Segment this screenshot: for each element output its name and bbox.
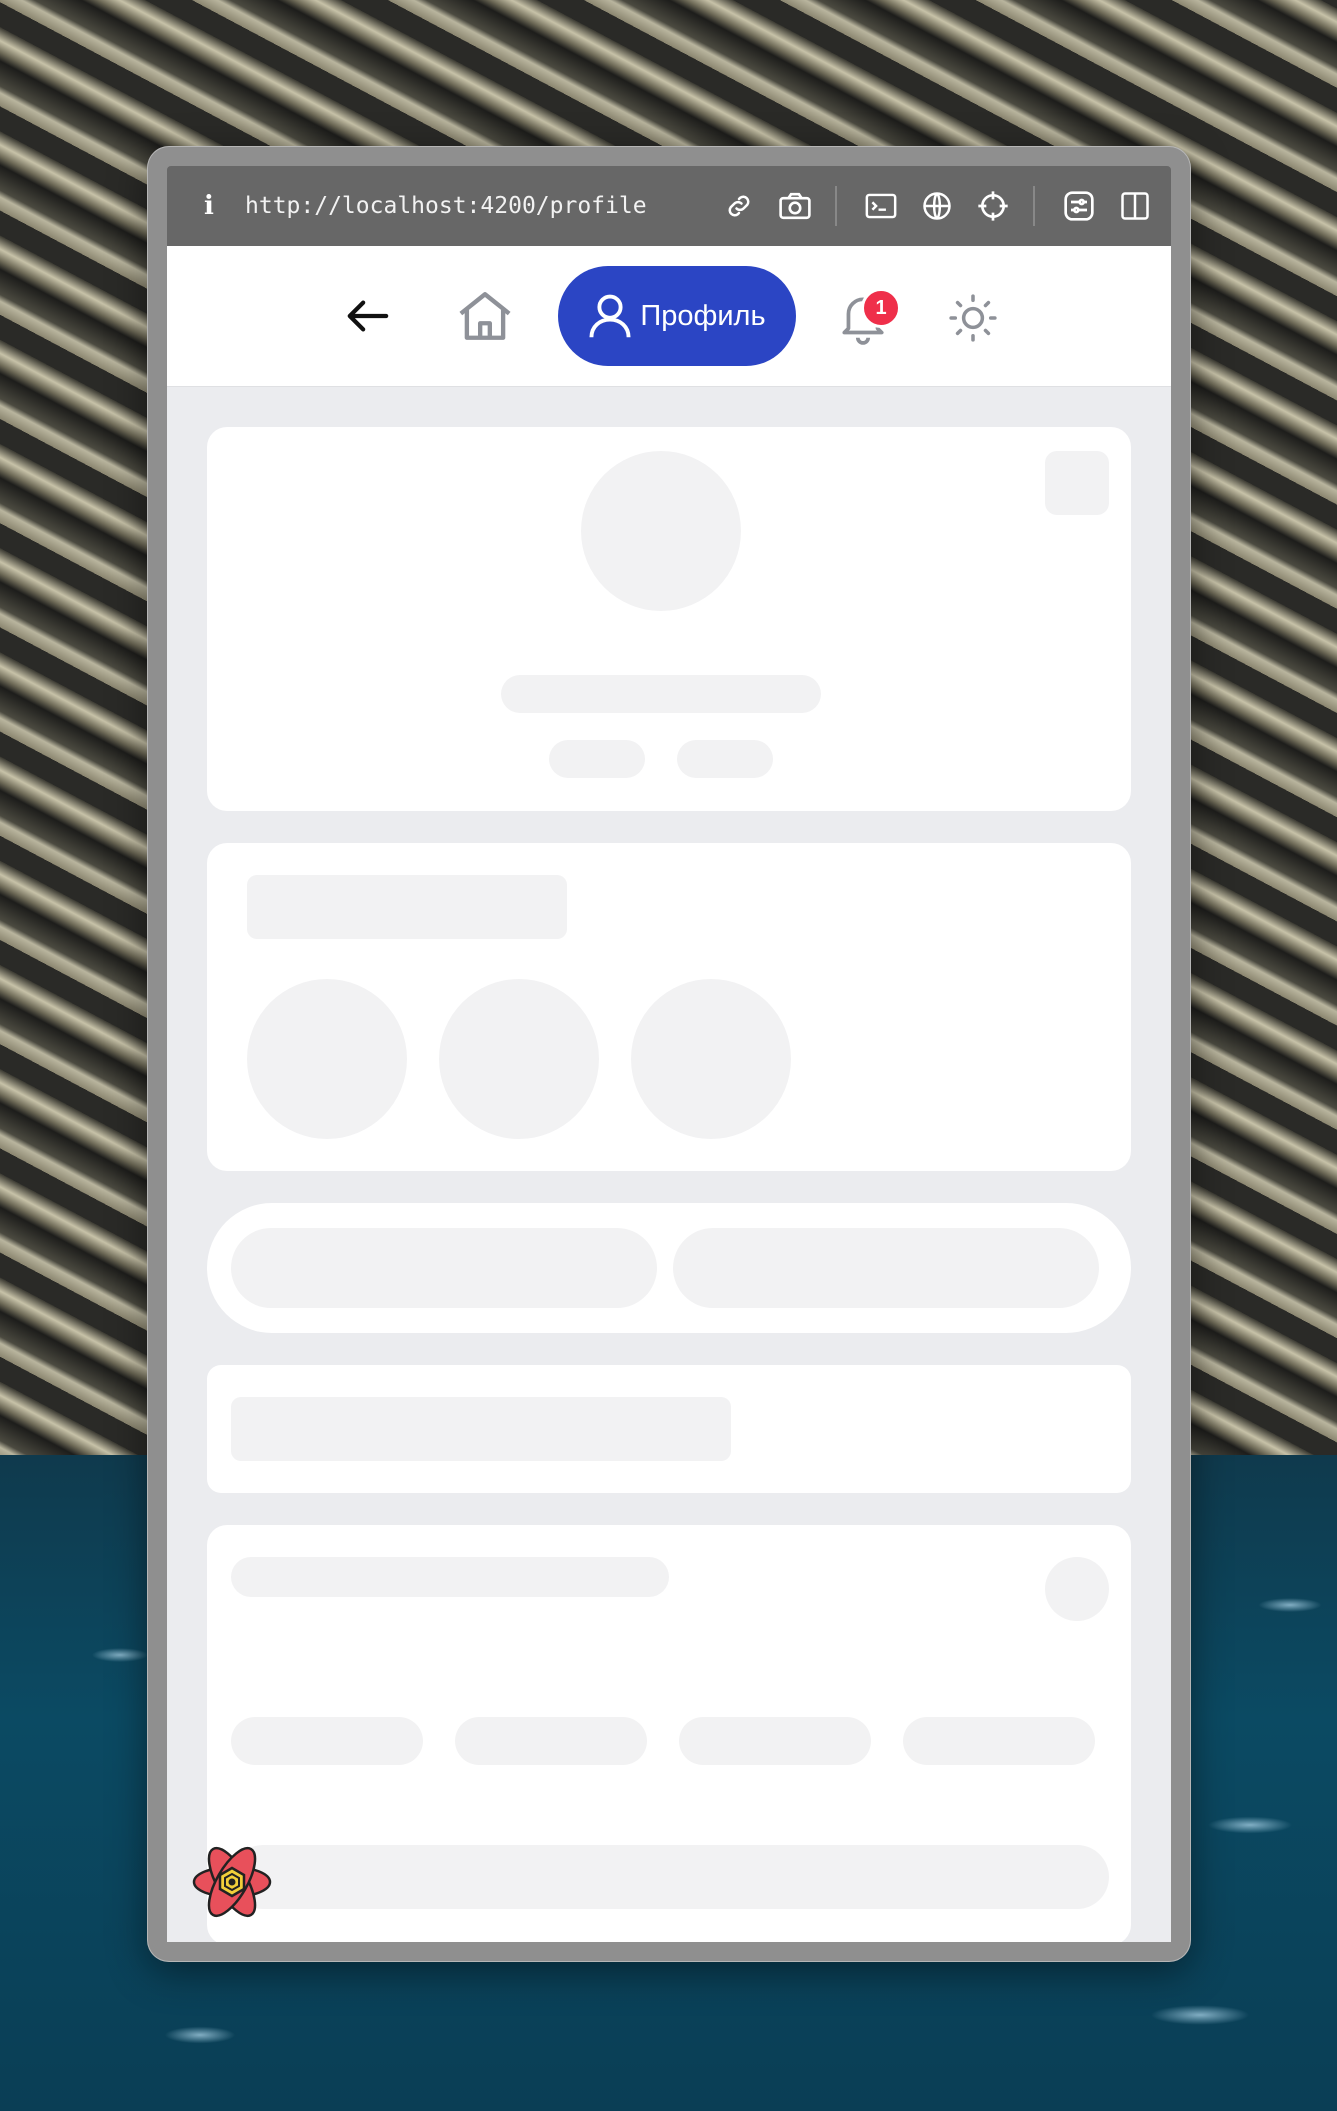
details-title-skeleton [231, 1557, 669, 1597]
tag-skeleton-1 [549, 740, 645, 778]
action-button-skeleton [1045, 451, 1109, 515]
page-viewport: Профиль 1 [167, 246, 1171, 1942]
friend-avatar-skeleton-1 [247, 979, 407, 1139]
top-navigation: Профиль 1 [167, 246, 1171, 387]
profile-tab[interactable]: Профиль [558, 266, 796, 366]
chip-skeleton-4 [903, 1717, 1095, 1765]
friends-card-skeleton [207, 843, 1131, 1171]
browser-window: i http://localhost:4200/profile Профиль … [147, 146, 1191, 1962]
theme-sun-icon[interactable] [943, 288, 1003, 348]
info-line-skeleton [231, 1397, 731, 1461]
info-card-skeleton [207, 1365, 1131, 1493]
globe-icon[interactable] [915, 184, 959, 228]
tabs-card-skeleton [207, 1203, 1131, 1333]
notification-badge: 1 [861, 288, 901, 328]
avatar-skeleton [581, 451, 741, 611]
home-icon[interactable] [449, 282, 521, 350]
name-skeleton [501, 675, 821, 713]
user-icon [589, 294, 631, 338]
chip-skeleton-2 [455, 1717, 647, 1765]
browser-toolbar: i http://localhost:4200/profile [167, 166, 1171, 246]
friend-avatar-skeleton-3 [631, 979, 791, 1139]
profile-header-card-skeleton [207, 427, 1131, 811]
details-card-skeleton [207, 1525, 1131, 1942]
terminal-icon[interactable] [859, 184, 903, 228]
tab-skeleton-1 [231, 1228, 657, 1308]
toolbar-divider-2 [1033, 186, 1035, 226]
friend-avatar-skeleton-2 [439, 979, 599, 1139]
toolbar-divider [835, 186, 837, 226]
split-view-icon[interactable] [1113, 184, 1157, 228]
settings-sliders-icon[interactable] [1057, 184, 1101, 228]
url-bar[interactable]: http://localhost:4200/profile [245, 193, 705, 219]
profile-tab-label: Профиль [640, 299, 766, 332]
react-devtools-icon[interactable] [190, 1840, 274, 1924]
info-icon[interactable]: i [197, 191, 221, 221]
section-title-skeleton [247, 875, 567, 939]
crosshair-icon[interactable] [971, 184, 1015, 228]
tag-skeleton-2 [677, 740, 773, 778]
details-icon-skeleton [1045, 1557, 1109, 1621]
chip-skeleton-1 [231, 1717, 423, 1765]
link-icon[interactable] [717, 184, 761, 228]
camera-icon[interactable] [773, 184, 817, 228]
bottom-bar-skeleton [231, 1845, 1109, 1909]
back-arrow-icon[interactable] [337, 286, 397, 346]
tab-skeleton-2 [673, 1228, 1099, 1308]
chip-skeleton-3 [679, 1717, 871, 1765]
